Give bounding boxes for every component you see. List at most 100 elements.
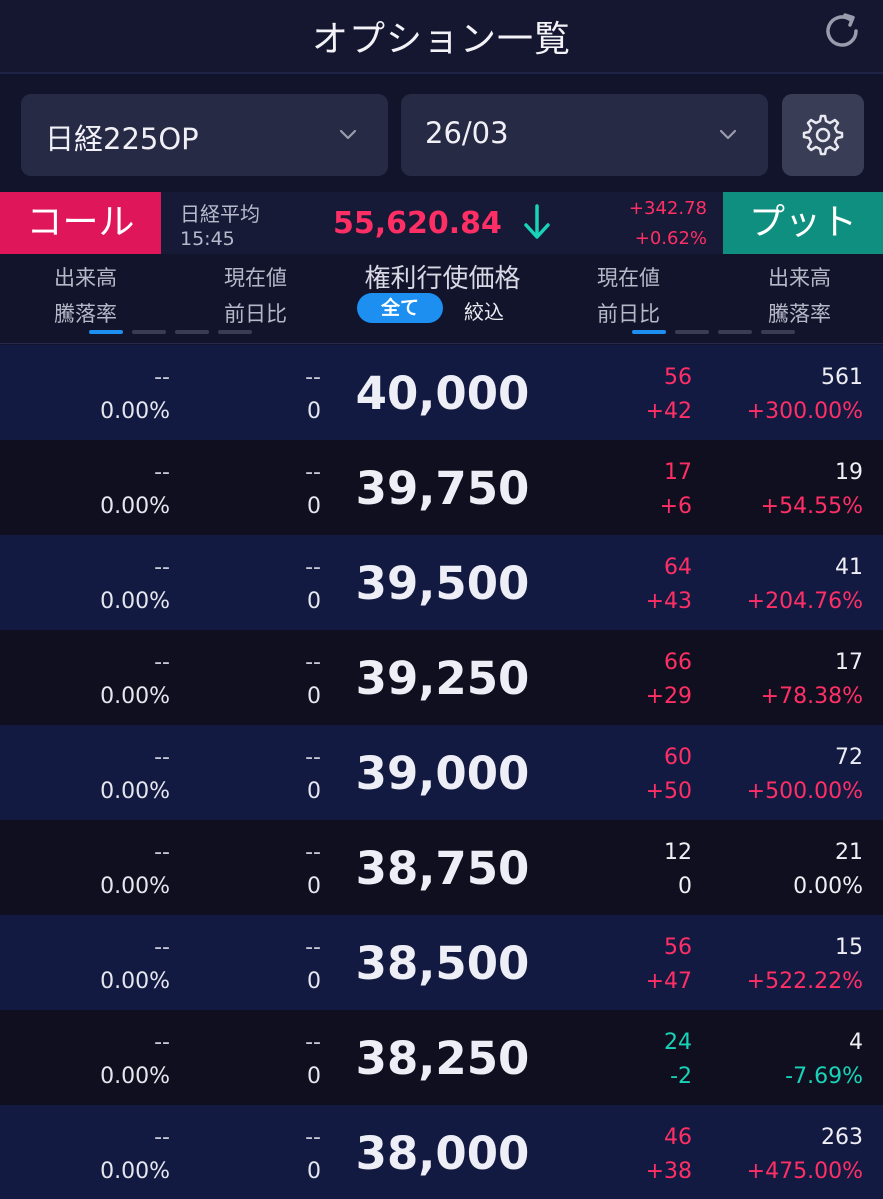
table-row[interactable]: -- 0.00% -- 0 38,500 56 +47 15 +522.22%	[0, 915, 883, 1010]
page-dot	[675, 330, 709, 334]
page-title: オプション一覧	[311, 19, 571, 60]
gear-icon	[802, 114, 844, 156]
table-row[interactable]: -- 0.00% -- 0 38,250 24 -2 4 -7.69%	[0, 1010, 883, 1105]
strike-price: 39,000	[355, 747, 530, 800]
col-put-change[interactable]: 前日比	[597, 298, 660, 328]
put-change: -2	[670, 1064, 692, 1089]
put-change: +43	[645, 589, 692, 614]
call-change: 0	[307, 684, 321, 709]
page-dot	[632, 330, 666, 334]
put-volume: 41	[835, 555, 863, 580]
strike-price: 38,500	[355, 937, 530, 990]
table-row[interactable]: -- 0.00% -- 0 39,750 17 +6 19 +54.55%	[0, 440, 883, 535]
page-dot	[761, 330, 795, 334]
index-change-pct: +0.62%	[634, 228, 707, 249]
call-volume: --	[154, 935, 170, 960]
col-call-volume[interactable]: 出来高	[54, 262, 117, 292]
call-rate: 0.00%	[100, 874, 170, 899]
down-arrow-icon	[524, 204, 550, 239]
underlying-select[interactable]: 日経225OP	[21, 94, 388, 176]
call-change: 0	[307, 969, 321, 994]
call-volume: --	[154, 840, 170, 865]
put-change: +42	[645, 399, 692, 424]
page-dot	[132, 330, 166, 334]
put-button[interactable]: プット	[723, 192, 883, 254]
col-call-price[interactable]: 現在値	[224, 262, 287, 292]
put-price: 64	[664, 555, 692, 580]
put-rate: +300.00%	[746, 399, 863, 424]
call-price: --	[305, 650, 321, 675]
call-rate: 0.00%	[100, 494, 170, 519]
strike-price: 39,250	[355, 652, 530, 705]
table-row[interactable]: -- 0.00% -- 0 38,750 12 0 21 0.00%	[0, 820, 883, 915]
strike-price: 38,750	[355, 842, 530, 895]
put-change: +47	[645, 969, 692, 994]
option-table: -- 0.00% -- 0 40,000 56 +42 561 +300.00% -- 0.00% -…	[0, 345, 883, 1199]
refresh-icon[interactable]	[819, 8, 865, 54]
index-bar: コール 日経平均 15:45 55,620.84 +342.78 +0.62% …	[0, 192, 883, 254]
put-volume: 72	[835, 745, 863, 770]
call-volume: --	[154, 460, 170, 485]
call-volume: --	[154, 555, 170, 580]
call-change: 0	[307, 494, 321, 519]
call-volume: --	[154, 745, 170, 770]
call-volume: --	[154, 1125, 170, 1150]
page-dot	[175, 330, 209, 334]
strike-price: 40,000	[355, 367, 530, 420]
filter-all-toggle[interactable]: 全て	[357, 293, 443, 323]
page-dot	[89, 330, 123, 334]
put-volume: 263	[821, 1125, 863, 1150]
call-volume: --	[154, 1030, 170, 1055]
table-row[interactable]: -- 0.00% -- 0 39,500 64 +43 41 +204.76%	[0, 535, 883, 630]
strike-price: 38,000	[355, 1127, 530, 1180]
put-volume: 15	[835, 935, 863, 960]
call-change: 0	[307, 779, 321, 804]
put-price: 12	[664, 840, 692, 865]
put-change: 0	[678, 874, 692, 899]
contract-month-value: 26/03	[425, 116, 509, 150]
col-call-rate[interactable]: 騰落率	[54, 298, 117, 328]
put-rate: 0.00%	[793, 874, 863, 899]
settings-button[interactable]	[782, 94, 864, 176]
column-header: 出来高 騰落率 現在値 前日比 権利行使価格 全て 絞込 現在値 前日比 出来高…	[0, 254, 883, 344]
call-volume: --	[154, 650, 170, 675]
col-put-price[interactable]: 現在値	[597, 262, 660, 292]
call-price: --	[305, 840, 321, 865]
call-rate: 0.00%	[100, 684, 170, 709]
col-call-change[interactable]: 前日比	[224, 298, 287, 328]
chevron-down-icon	[339, 129, 357, 140]
call-rate: 0.00%	[100, 1064, 170, 1089]
put-price: 56	[664, 365, 692, 390]
table-row[interactable]: -- 0.00% -- 0 39,000 60 +50 72 +500.00%	[0, 725, 883, 820]
put-price: 17	[664, 460, 692, 485]
call-button[interactable]: コール	[0, 192, 161, 254]
table-row[interactable]: -- 0.00% -- 0 39,250 66 +29 17 +78.38%	[0, 630, 883, 725]
call-price: --	[305, 365, 321, 390]
contract-month-select[interactable]: 26/03	[401, 94, 768, 176]
call-price: --	[305, 555, 321, 580]
app-header: オプション一覧	[0, 0, 883, 74]
put-price: 60	[664, 745, 692, 770]
put-volume: 21	[835, 840, 863, 865]
call-price: --	[305, 1030, 321, 1055]
put-change: +38	[645, 1159, 692, 1184]
filter-narrow-toggle[interactable]: 絞込	[464, 296, 504, 325]
call-price: --	[305, 1125, 321, 1150]
call-change: 0	[307, 874, 321, 899]
put-change: +50	[645, 779, 692, 804]
put-price: 24	[664, 1030, 692, 1055]
call-rate: 0.00%	[100, 399, 170, 424]
put-change: +6	[659, 494, 692, 519]
strike-price: 38,250	[355, 1032, 530, 1085]
col-strike: 権利行使価格	[364, 264, 521, 294]
table-row[interactable]: -- 0.00% -- 0 38,000 46 +38 263 +475.00%	[0, 1105, 883, 1199]
put-price: 56	[664, 935, 692, 960]
table-row[interactable]: -- 0.00% -- 0 40,000 56 +42 561 +300.00%	[0, 345, 883, 440]
put-volume: 561	[821, 365, 863, 390]
col-put-rate[interactable]: 騰落率	[768, 298, 831, 328]
call-rate: 0.00%	[100, 1159, 170, 1184]
strike-price: 39,500	[355, 557, 530, 610]
page-dot	[218, 330, 252, 334]
col-put-volume[interactable]: 出来高	[768, 262, 831, 292]
put-rate: +204.76%	[746, 589, 863, 614]
